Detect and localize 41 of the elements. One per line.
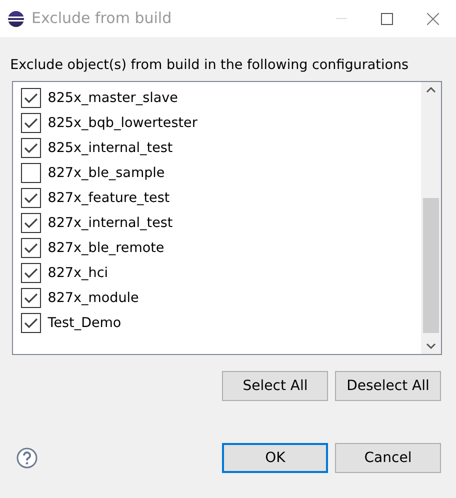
configuration-label: 827x_ble_sample <box>48 164 165 183</box>
check-icon <box>24 92 38 104</box>
ok-button[interactable]: OK <box>222 443 328 474</box>
checkbox[interactable] <box>21 238 41 258</box>
configuration-label: 827x_feature_test <box>48 189 170 208</box>
check-icon <box>24 317 38 330</box>
configuration-label: 825x_master_slave <box>48 89 178 108</box>
close-icon[interactable] <box>427 12 439 24</box>
scrollbar[interactable] <box>421 82 441 354</box>
checkbox[interactable] <box>21 313 41 334</box>
scrollbar-thumb[interactable] <box>423 198 439 334</box>
instruction-text: Exclude object(s) from build in the following configurations <box>10 57 409 73</box>
checkbox[interactable] <box>21 88 41 108</box>
checkbox[interactable] <box>21 188 41 208</box>
check-icon <box>24 142 38 154</box>
help-icon[interactable] <box>16 447 38 470</box>
check-icon <box>24 117 38 130</box>
configuration-label: 827x_hci <box>48 264 108 283</box>
configuration-label: Test_Demo <box>48 314 122 333</box>
configuration-label: 825x_bqb_lowertester <box>48 114 198 133</box>
checkbox[interactable] <box>21 263 41 284</box>
checkbox[interactable] <box>21 138 41 158</box>
checkbox[interactable] <box>21 213 41 234</box>
checkbox[interactable] <box>21 288 41 308</box>
configuration-label: 827x_internal_test <box>48 214 173 233</box>
checkbox[interactable] <box>21 163 41 184</box>
check-icon <box>24 217 38 230</box>
cancel-button[interactable]: Cancel <box>335 443 441 474</box>
check-icon <box>24 267 38 280</box>
check-icon <box>24 242 38 254</box>
app-logo-icon <box>6 10 25 28</box>
configuration-label: 827x_ble_remote <box>48 239 164 258</box>
configuration-label: 825x_internal_test <box>48 139 173 158</box>
deselect-all-button[interactable]: Deselect All <box>335 371 441 402</box>
checkbox[interactable] <box>21 113 41 134</box>
configuration-label: 827x_module <box>48 289 139 308</box>
check-icon <box>24 292 38 304</box>
check-icon <box>24 192 38 204</box>
window-title: Exclude from build <box>32 8 173 30</box>
select-all-button[interactable]: Select All <box>222 371 328 402</box>
maximize-icon[interactable] <box>381 12 393 24</box>
